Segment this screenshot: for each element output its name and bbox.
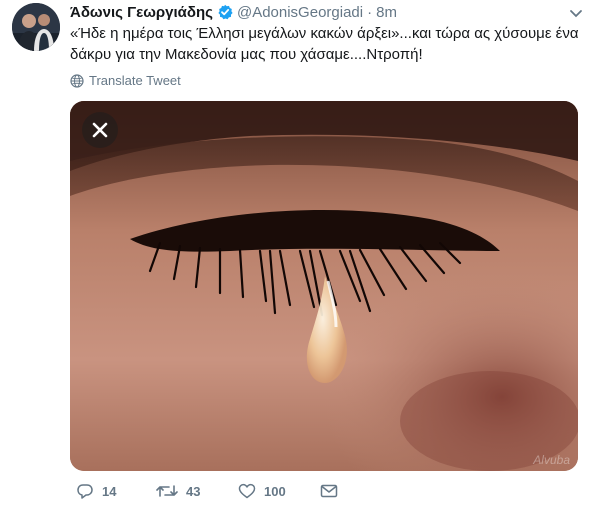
chevron-down-icon[interactable] — [569, 6, 583, 18]
user-handle[interactable]: @AdonisGeorgiadi — [237, 4, 363, 21]
like-count: 100 — [264, 483, 286, 499]
reply-icon — [77, 484, 93, 499]
retweet-icon — [156, 485, 178, 497]
display-name[interactable]: Άδωνις Γεωργιάδης — [70, 4, 213, 21]
avatar-image — [12, 3, 60, 51]
tweet-header: Άδωνις Γεωργιάδης @AdonisGeorgiadi · 8m — [70, 2, 397, 22]
translate-label: Translate Tweet — [89, 73, 181, 88]
tear-photo — [70, 101, 578, 471]
reply-button[interactable]: 14 — [76, 483, 156, 499]
retweet-count: 43 — [186, 483, 201, 499]
direct-message-icon — [320, 484, 338, 498]
tweet-media[interactable]: Alvuba — [70, 101, 578, 471]
translate-tweet-link[interactable]: Translate Tweet — [70, 73, 181, 88]
tweet-text: «Ήδε η ημέρα τοις Έλλησι μεγάλων κακών ά… — [70, 25, 579, 63]
retweet-button[interactable]: 43 — [156, 483, 238, 499]
timestamp[interactable]: 8m — [376, 4, 397, 21]
tweet-card[interactable]: Άδωνις Γεωργιάδης @AdonisGeorgiadi · 8m … — [0, 0, 597, 507]
tweet-actions: 14 43 100 — [76, 483, 346, 499]
close-icon[interactable] — [82, 112, 118, 148]
globe-icon — [70, 73, 84, 88]
avatar[interactable] — [12, 3, 60, 51]
reply-count: 14 — [102, 483, 117, 499]
verified-badge-icon — [217, 4, 233, 20]
direct-message-button[interactable] — [320, 484, 346, 498]
like-button[interactable]: 100 — [238, 483, 320, 499]
image-watermark: Alvuba — [533, 453, 570, 467]
like-icon — [238, 483, 256, 499]
separator-dot: · — [367, 3, 373, 21]
